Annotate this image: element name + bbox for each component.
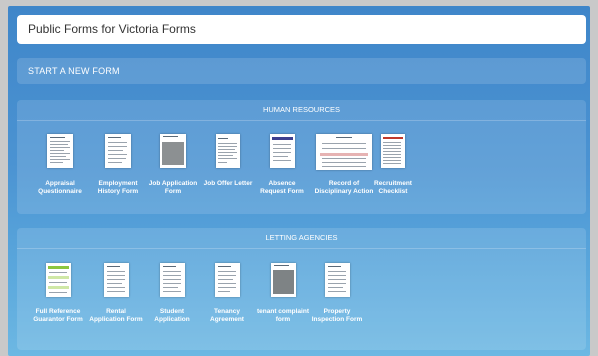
- text-document-thumbnail[interactable]: [105, 134, 131, 168]
- form-label[interactable]: Property Inspection Form: [310, 308, 364, 323]
- form-label[interactable]: Rental Application Form: [89, 308, 143, 323]
- text-document-thumbnail[interactable]: [47, 134, 73, 168]
- app-frame: Public Forms for Victoria Forms START A …: [8, 6, 590, 356]
- checklist-document-thumbnail[interactable]: [381, 134, 405, 168]
- table-document-thumbnail[interactable]: [316, 134, 372, 170]
- form-document-thumbnail[interactable]: [104, 263, 129, 297]
- section-header: LETTING AGENCIES: [17, 228, 586, 249]
- section-letting-agencies: LETTING AGENCIES Full Reference Guaranto…: [17, 228, 586, 350]
- form-label[interactable]: Record of Disciplinary Action: [314, 180, 374, 195]
- letter-document-thumbnail[interactable]: [216, 134, 240, 168]
- form-label[interactable]: Tenancy Agreement: [200, 308, 254, 323]
- form-label[interactable]: tenant complaint form: [256, 308, 310, 323]
- form-label[interactable]: Job Offer Letter: [201, 180, 255, 188]
- form-document-thumbnail[interactable]: [215, 263, 240, 297]
- page-title: Public Forms for Victoria Forms: [17, 15, 586, 44]
- form-document-thumbnail[interactable]: [270, 134, 295, 168]
- form-label[interactable]: Student Application: [145, 308, 199, 323]
- photo-document-thumbnail[interactable]: [271, 263, 296, 297]
- form-label[interactable]: Absence Request Form: [255, 180, 309, 195]
- section-human-resources: HUMAN RESOURCES Appraisal Questionnaire …: [17, 100, 586, 214]
- form-document-thumbnail[interactable]: [325, 263, 350, 297]
- section-header: HUMAN RESOURCES: [17, 100, 586, 121]
- form-label[interactable]: Appraisal Questionnaire: [33, 180, 87, 195]
- start-new-form-button[interactable]: START A NEW FORM: [17, 58, 586, 84]
- photo-document-thumbnail[interactable]: [160, 134, 186, 168]
- form-label[interactable]: Recruitment Checklist: [366, 180, 420, 195]
- form-label[interactable]: Job Application Form: [146, 180, 200, 195]
- form-label[interactable]: Employment History Form: [91, 180, 145, 195]
- green-form-thumbnail[interactable]: [46, 263, 71, 297]
- form-label[interactable]: Full Reference Guarantor Form: [31, 308, 85, 323]
- form-document-thumbnail[interactable]: [160, 263, 185, 297]
